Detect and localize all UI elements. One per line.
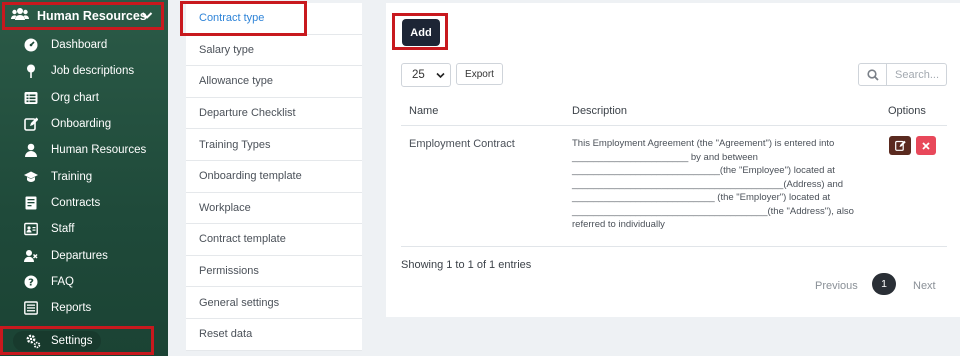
sidebar-item-faq[interactable]: ? FAQ — [0, 269, 168, 295]
page-length-select[interactable]: 25 — [401, 63, 451, 87]
sidebar-item-label: Human Resources — [51, 144, 147, 157]
sidebar-item-label: Staff — [51, 223, 75, 236]
sidebar-item-staff[interactable]: Staff — [0, 216, 168, 242]
menu-item-reset-data[interactable]: Reset data — [186, 319, 362, 351]
sidebar-item-departures[interactable]: Departures — [0, 242, 168, 268]
sidebar-header-label: Human Resources — [37, 9, 147, 23]
list-icon — [24, 91, 38, 105]
sidebar-item-label: Contracts — [51, 196, 101, 209]
sidebar-item-contracts[interactable]: Contracts — [0, 190, 168, 216]
pagination-next[interactable]: Next — [913, 280, 936, 292]
menu-item-contract-template[interactable]: Contract template — [186, 224, 362, 256]
menu-item-workplace[interactable]: Workplace — [186, 193, 362, 225]
pagination-previous[interactable]: Previous — [815, 280, 858, 292]
sidebar-item-onboarding[interactable]: Onboarding — [0, 111, 168, 137]
edit-icon — [24, 117, 38, 131]
gears-icon — [26, 334, 41, 349]
page-length-value: 25 — [412, 69, 425, 81]
dashboard-icon — [24, 38, 38, 52]
sidebar-item-training[interactable]: Training — [0, 163, 168, 189]
menu-item-departure-checklist[interactable]: Departure Checklist — [186, 98, 362, 130]
user-remove-icon — [24, 249, 38, 263]
svg-text:?: ? — [28, 277, 34, 288]
pin-icon — [24, 64, 38, 79]
table-header-divider — [401, 125, 947, 126]
sidebar-item-label: Training — [51, 170, 93, 183]
column-header-name[interactable]: Name — [409, 105, 438, 117]
description-line: ____________________________(the "Employ… — [572, 165, 835, 176]
settings-menu: Contract type Salary type Allowance type… — [186, 3, 362, 351]
menu-item-general-settings[interactable]: General settings — [186, 287, 362, 319]
sidebar-item-human-resources[interactable]: Human Resources — [0, 137, 168, 163]
sidebar-item-job-descriptions[interactable]: Job descriptions — [0, 58, 168, 84]
menu-item-permissions[interactable]: Permissions — [186, 256, 362, 288]
close-icon — [922, 141, 930, 150]
sidebar-item-reports[interactable]: Reports — [0, 295, 168, 321]
sidebar-item-label: Dashboard — [51, 39, 108, 52]
chevron-down-icon — [436, 72, 445, 79]
column-header-description[interactable]: Description — [572, 105, 627, 117]
id-card-icon — [24, 222, 38, 236]
delete-button[interactable] — [916, 136, 936, 155]
description-line: This Employment Agreement (the "Agreemen… — [572, 138, 835, 149]
sidebar: Human Resources Dashboard Job descriptio… — [0, 0, 168, 356]
report-icon — [24, 301, 38, 315]
menu-item-highlight — [180, 1, 307, 36]
sidebar-item-label: Departures — [51, 249, 108, 262]
menu-item-allowance-type[interactable]: Allowance type — [186, 66, 362, 98]
table-bottom-divider — [401, 246, 947, 247]
edit-icon — [894, 140, 906, 151]
description-line: ________________________________________… — [572, 178, 844, 190]
sidebar-item-label: Onboarding — [51, 118, 112, 131]
column-header-options: Options — [888, 105, 926, 117]
menu-item-onboarding-template[interactable]: Onboarding template — [186, 161, 362, 193]
export-button[interactable]: Export — [456, 63, 503, 85]
menu-item-salary-type[interactable]: Salary type — [186, 35, 362, 67]
sidebar-item-org-chart[interactable]: Org chart — [0, 85, 168, 111]
sidebar-item-label: FAQ — [51, 275, 75, 288]
users-icon — [11, 7, 29, 26]
description-line: ______________________ by and between — [572, 151, 758, 163]
cell-name: Employment Contract — [409, 138, 515, 150]
sidebar-item-label: Job descriptions — [51, 65, 135, 78]
pagination-page-1[interactable]: 1 — [872, 273, 896, 295]
edit-button[interactable] — [889, 136, 911, 155]
sidebar-item-settings-highlight: Settings — [0, 326, 154, 355]
menu-item-training-types[interactable]: Training Types — [186, 129, 362, 161]
description-line: _____________________________________(th… — [572, 205, 854, 217]
table-info: Showing 1 to 1 of 1 entries — [401, 259, 532, 271]
description-line: referred to individually — [572, 219, 665, 230]
search-icon — [866, 68, 879, 81]
chevron-down-icon[interactable] — [141, 8, 153, 26]
search-input[interactable]: Search... — [887, 63, 947, 86]
sidebar-item-label: Org chart — [51, 91, 99, 104]
cell-description: This Employment Agreement (the "Agreemen… — [572, 137, 872, 232]
add-button[interactable]: Add — [402, 19, 440, 46]
contract-icon — [24, 196, 38, 210]
graduation-cap-icon — [24, 170, 38, 184]
user-icon — [24, 143, 38, 158]
sidebar-settings-label: Settings — [51, 335, 93, 347]
search-button[interactable] — [858, 63, 887, 86]
sidebar-item-dashboard[interactable]: Dashboard — [0, 32, 168, 58]
question-icon: ? — [24, 275, 38, 289]
sidebar-item-label: Reports — [51, 302, 92, 315]
description-line: ___________________________ (the "Employ… — [572, 192, 831, 203]
sidebar-header-human-resources[interactable]: Human Resources — [2, 2, 164, 30]
sidebar-item-settings[interactable]: Settings — [13, 331, 101, 351]
